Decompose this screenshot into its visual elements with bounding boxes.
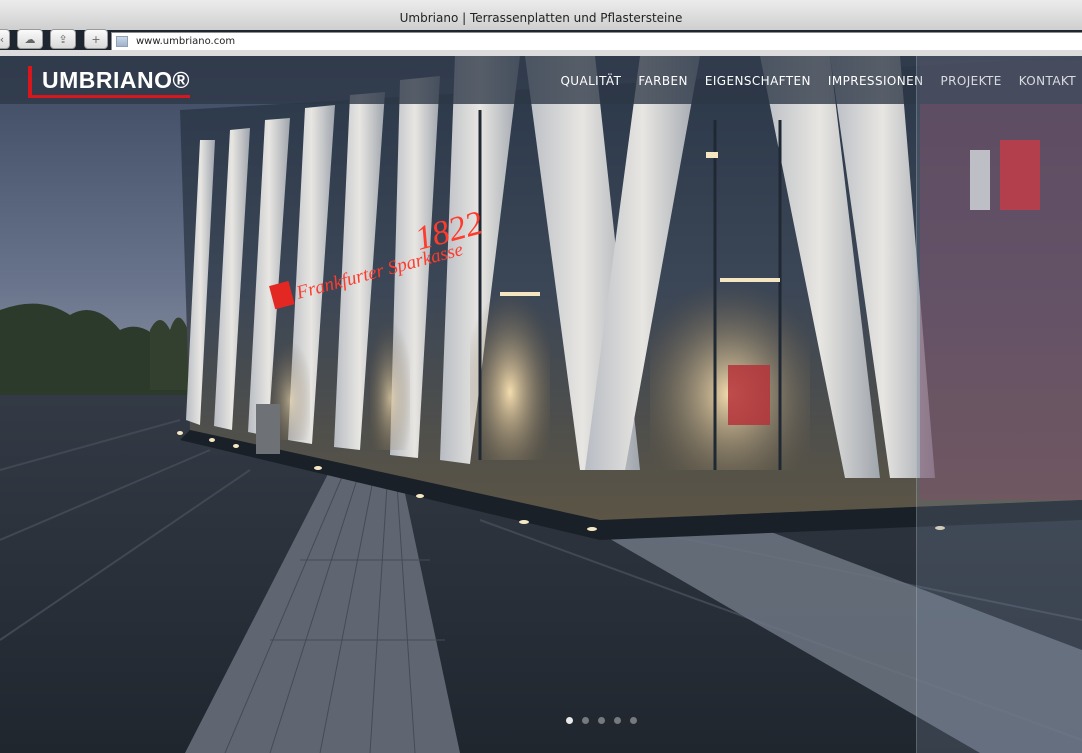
nav-farben[interactable]: FARBEN xyxy=(638,74,688,88)
nav-qualitaet[interactable]: QUALITÄT xyxy=(560,74,621,88)
window-title: Umbriano | Terrassenplatten und Pflaster… xyxy=(399,11,683,25)
back-button[interactable]: ‹ xyxy=(0,29,10,49)
nav-eigenschaften[interactable]: EIGENSCHAFTEN xyxy=(705,74,811,88)
new-tab-icon[interactable]: + xyxy=(84,29,108,49)
address-bar[interactable]: www.umbriano.com xyxy=(111,32,1082,50)
slider-pagination xyxy=(566,717,637,724)
favicon-icon xyxy=(116,36,128,47)
slider-dot[interactable] xyxy=(598,717,605,724)
url-text: www.umbriano.com xyxy=(136,36,236,47)
brand-logo[interactable]: UMBRIANO® xyxy=(28,66,190,98)
slider-dot[interactable] xyxy=(566,717,573,724)
nav-impressionen[interactable]: IMPRESSIONEN xyxy=(828,74,924,88)
slider-dot[interactable] xyxy=(630,717,637,724)
browser-titlebar: Umbriano | Terrassenplatten und Pflaster… xyxy=(0,0,1082,30)
slider-dot[interactable] xyxy=(614,717,621,724)
cloud-icon[interactable]: ☁ xyxy=(17,29,43,49)
slider-dot[interactable] xyxy=(582,717,589,724)
side-overlay-panel xyxy=(916,56,1082,753)
share-icon[interactable]: ⇪ xyxy=(50,29,76,49)
